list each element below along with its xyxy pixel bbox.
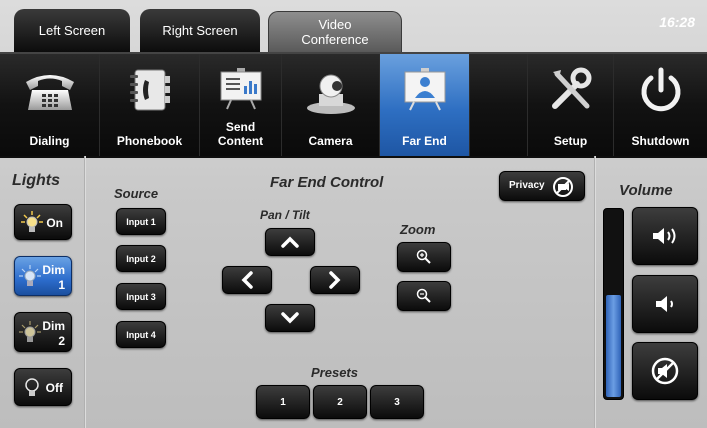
shutdown-label: Shutdown: [631, 134, 690, 148]
preset-1-button[interactable]: 1: [256, 385, 310, 419]
zoom-label: Zoom: [400, 222, 436, 237]
toolbar-spacer: [470, 54, 528, 156]
volume-down-icon: [656, 296, 673, 312]
tab-left-screen[interactable]: Left Screen: [14, 9, 130, 52]
touch-panel: Left Screen Right Screen Video Conferenc…: [0, 0, 707, 428]
lights-dim2-label: Dim: [42, 319, 65, 333]
volume-level-fill: [606, 295, 621, 397]
volume-title: Volume: [619, 182, 673, 199]
chevron-right-icon: [329, 271, 341, 289]
input-label: Input 4: [126, 329, 156, 340]
input-3-button[interactable]: Input 3: [116, 283, 166, 310]
input-1-button[interactable]: Input 1: [116, 208, 166, 235]
power-icon: [636, 66, 686, 121]
send-content-line2: Content: [217, 134, 264, 148]
privacy-label: Privacy: [509, 180, 545, 191]
bulb-icon: [24, 377, 40, 404]
toolbar: Dialing Phonebook Send Content Camera Fa…: [0, 52, 707, 158]
lights-dim1-sub: 1: [58, 278, 65, 292]
setup-label: Setup: [553, 134, 588, 148]
divider: [84, 156, 86, 428]
lights-dim1-button[interactable]: Dim 1: [14, 256, 72, 296]
tab-label-line1: Video: [318, 17, 352, 32]
preset-label: 2: [337, 396, 343, 408]
lights-dim1-label: Dim: [42, 263, 65, 277]
preset-label: 1: [280, 396, 286, 408]
zoom-out-button[interactable]: [397, 281, 451, 311]
send-content-label: Send Content: [200, 120, 281, 148]
pan-left-button[interactable]: [222, 266, 272, 294]
tilt-down-button[interactable]: [265, 304, 315, 332]
far-end-button[interactable]: Far End: [380, 54, 470, 156]
mute-button[interactable]: [632, 342, 698, 400]
tab-video-conference[interactable]: Video Conference: [268, 11, 402, 52]
camera-label: Camera: [308, 134, 353, 148]
dialing-button[interactable]: Dialing: [0, 54, 100, 156]
presets-label: Presets: [311, 365, 358, 380]
source-title: Source: [114, 186, 159, 201]
tilt-up-button[interactable]: [265, 228, 315, 256]
input-label: Input 3: [126, 291, 156, 302]
phonebook-icon: [125, 66, 175, 119]
lights-on-button[interactable]: On: [14, 204, 72, 240]
input-label: Input 2: [126, 253, 156, 264]
tab-label-line2: Conference: [301, 32, 369, 47]
phonebook-label: Phonebook: [116, 134, 183, 148]
bulb-icon: [19, 321, 41, 350]
input-label: Input 1: [126, 216, 156, 227]
far-end-icon: [400, 66, 450, 117]
preset-label: 3: [394, 396, 400, 408]
input-2-button[interactable]: Input 2: [116, 245, 166, 272]
divider: [594, 156, 596, 428]
camera-button[interactable]: Camera: [282, 54, 380, 156]
volume-up-button[interactable]: [632, 207, 698, 265]
pan-right-button[interactable]: [310, 266, 360, 294]
phonebook-button[interactable]: Phonebook: [100, 54, 200, 156]
lights-title: Lights: [12, 172, 60, 189]
phone-icon: [22, 66, 78, 119]
camera-off-icon: [552, 176, 574, 203]
bulb-icon: [19, 265, 41, 294]
far-end-label: Far End: [402, 134, 447, 148]
volume-meter: [603, 208, 624, 400]
chevron-down-icon: [281, 312, 299, 324]
chevron-up-icon: [281, 236, 299, 248]
lights-off-button[interactable]: Off: [14, 368, 72, 406]
zoom-in-button[interactable]: [397, 242, 451, 272]
input-4-button[interactable]: Input 4: [116, 321, 166, 348]
camera-icon: [301, 72, 361, 121]
pan-tilt-label: Pan / Tilt: [260, 208, 310, 222]
tools-icon: [547, 66, 595, 119]
bulb-icon: [21, 211, 43, 240]
far-end-title: Far End Control: [270, 174, 384, 191]
tab-label: Right Screen: [162, 23, 238, 38]
send-content-button[interactable]: Send Content: [200, 54, 282, 156]
zoom-out-icon: [416, 288, 431, 303]
setup-button[interactable]: Setup: [528, 54, 614, 156]
shutdown-button[interactable]: Shutdown: [614, 54, 707, 156]
preset-3-button[interactable]: 3: [370, 385, 424, 419]
tab-label: Left Screen: [38, 23, 106, 38]
lights-off-label: Off: [45, 381, 63, 395]
lights-on-label: On: [46, 216, 63, 230]
send-content-line1: Send: [225, 120, 256, 134]
zoom-in-icon: [416, 249, 431, 264]
volume-down-button[interactable]: [632, 275, 698, 333]
main-panel: Lights On Dim 1 Dim 2 Off Source Input 1…: [0, 156, 707, 428]
chevron-left-icon: [241, 271, 253, 289]
preset-2-button[interactable]: 2: [313, 385, 367, 419]
mute-icon: [651, 357, 679, 385]
tab-bar: Left Screen Right Screen Video Conferenc…: [0, 0, 707, 52]
lights-dim2-sub: 2: [58, 334, 65, 348]
clock: 16:28: [659, 14, 695, 30]
presentation-icon: [217, 66, 265, 115]
privacy-button[interactable]: Privacy: [499, 171, 585, 201]
tab-right-screen[interactable]: Right Screen: [140, 9, 260, 52]
volume-up-icon: [653, 228, 676, 244]
lights-dim2-button[interactable]: Dim 2: [14, 312, 72, 352]
dialing-label: Dialing: [29, 134, 70, 148]
